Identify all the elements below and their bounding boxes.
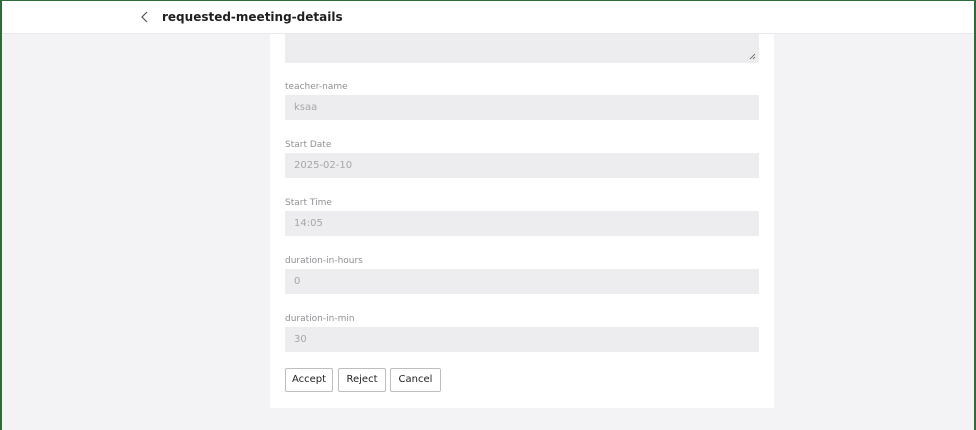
start-date-field[interactable]: 2025-02-10 <box>285 153 759 178</box>
page-title: requested-meeting-details <box>162 10 343 24</box>
start-time-label: Start Time <box>285 198 332 208</box>
top-bar: requested-meeting-details <box>2 1 974 34</box>
chevron-left-icon[interactable] <box>138 9 152 25</box>
app-frame: requested-meeting-details teacher-name k… <box>0 0 976 430</box>
start-time-field[interactable]: 14:05 <box>285 211 759 236</box>
description-textarea[interactable] <box>285 34 759 63</box>
duration-min-field[interactable]: 30 <box>285 327 759 352</box>
teacher-name-field[interactable]: ksaa <box>285 95 759 120</box>
duration-hours-field[interactable]: 0 <box>285 269 759 294</box>
cancel-button[interactable]: Cancel <box>390 368 441 392</box>
duration-min-label: duration-in-min <box>285 314 355 324</box>
duration-hours-label: duration-in-hours <box>285 256 363 266</box>
resize-handle-icon[interactable] <box>749 53 756 60</box>
meeting-details-card: teacher-name ksaa Start Date 2025-02-10 … <box>270 34 774 408</box>
teacher-name-label: teacher-name <box>285 82 348 92</box>
start-date-label: Start Date <box>285 140 332 150</box>
accept-button[interactable]: Accept <box>285 368 333 392</box>
reject-button[interactable]: Reject <box>338 368 386 392</box>
